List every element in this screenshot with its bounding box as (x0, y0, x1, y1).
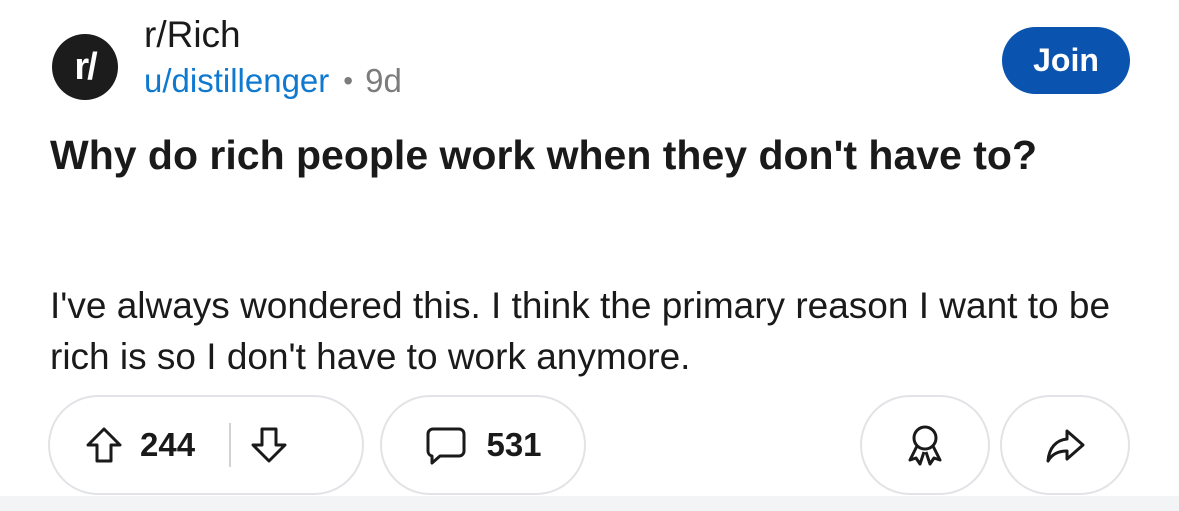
share-arrow-icon (1043, 423, 1087, 467)
award-button[interactable] (860, 395, 990, 495)
arrow-up-icon[interactable] (84, 425, 124, 465)
share-button[interactable] (1000, 395, 1130, 495)
bottom-divider (0, 496, 1179, 511)
comment-count: 531 (486, 426, 542, 463)
subreddit-name[interactable]: r/Rich (144, 14, 241, 56)
upvote-count: 244 (140, 426, 196, 463)
post-body: I've always wondered this. I think the p… (50, 285, 1111, 377)
vote-divider (229, 423, 232, 467)
vote-bar: 244 (48, 395, 364, 495)
post-title[interactable]: Why do rich people work when they don't … (50, 128, 1130, 182)
author-link[interactable]: u/distillenger (144, 62, 329, 100)
post-meta: u/distillenger • 9d (144, 62, 402, 100)
award-ribbon-icon (902, 422, 948, 468)
subreddit-avatar[interactable]: r/ (52, 34, 118, 100)
meta-separator: • (343, 65, 354, 96)
comments-button[interactable]: 531 (380, 395, 586, 495)
join-button[interactable]: Join (1002, 27, 1130, 94)
post-card: r/ r/Rich u/distillenger • 9d Join Why d… (0, 0, 1179, 511)
post-age: 9d (365, 62, 402, 99)
speech-bubble-icon (424, 423, 468, 467)
arrow-down-icon[interactable] (249, 425, 289, 465)
